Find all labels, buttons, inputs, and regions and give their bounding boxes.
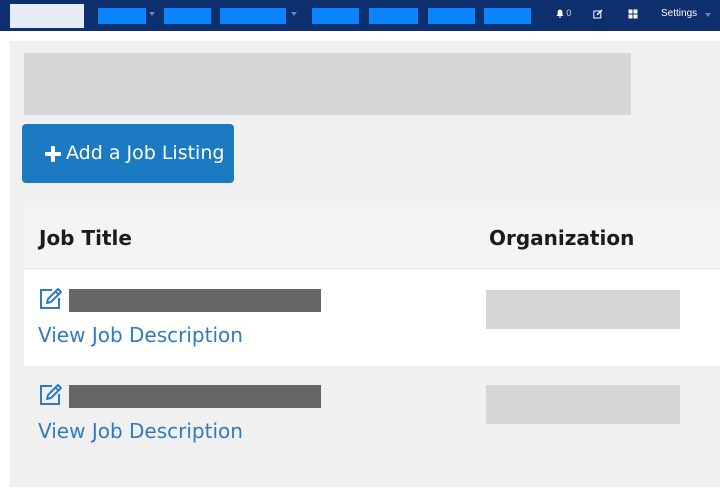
view-job-description-link[interactable]: View Job Description xyxy=(38,322,243,348)
view-job-description-link[interactable]: View Job Description xyxy=(38,418,243,444)
organization-placeholder xyxy=(486,385,680,424)
chevron-down-icon xyxy=(149,12,155,16)
pencil-square-icon[interactable] xyxy=(38,383,64,407)
table-row: View Job Description xyxy=(24,269,720,366)
nav-item-3[interactable] xyxy=(220,8,286,24)
chevron-down-icon xyxy=(291,12,297,16)
add-job-listing-label: Add a Job Listing xyxy=(66,142,225,164)
plus-icon xyxy=(45,146,61,162)
chevron-down-icon xyxy=(705,13,711,17)
nav-item-4[interactable] xyxy=(312,8,359,24)
settings-menu[interactable]: Settings xyxy=(661,8,697,20)
nav-item-1[interactable] xyxy=(98,8,146,24)
job-title-redacted xyxy=(69,385,321,408)
nav-item-5[interactable] xyxy=(369,8,418,24)
edit-icon[interactable] xyxy=(593,9,603,19)
column-header-organization: Organization xyxy=(489,226,635,250)
job-title-redacted xyxy=(69,289,321,312)
table-header: Job Title Organization xyxy=(24,207,720,269)
organization-placeholder xyxy=(486,290,680,329)
column-header-job-title: Job Title xyxy=(39,226,132,250)
pencil-square-icon[interactable] xyxy=(38,287,64,311)
notification-count: 0 xyxy=(566,9,572,19)
nav-item-2[interactable] xyxy=(164,8,211,24)
logo[interactable] xyxy=(10,4,84,28)
nav-item-6[interactable] xyxy=(428,8,475,24)
bell-icon[interactable] xyxy=(556,9,564,18)
table-row: View Job Description xyxy=(24,366,720,463)
page-title-placeholder xyxy=(24,53,631,115)
grid-icon[interactable] xyxy=(628,9,638,19)
add-job-listing-button[interactable]: Add a Job Listing xyxy=(22,124,234,183)
nav-item-7[interactable] xyxy=(484,8,531,24)
top-navbar: 0 Settings xyxy=(0,0,720,31)
